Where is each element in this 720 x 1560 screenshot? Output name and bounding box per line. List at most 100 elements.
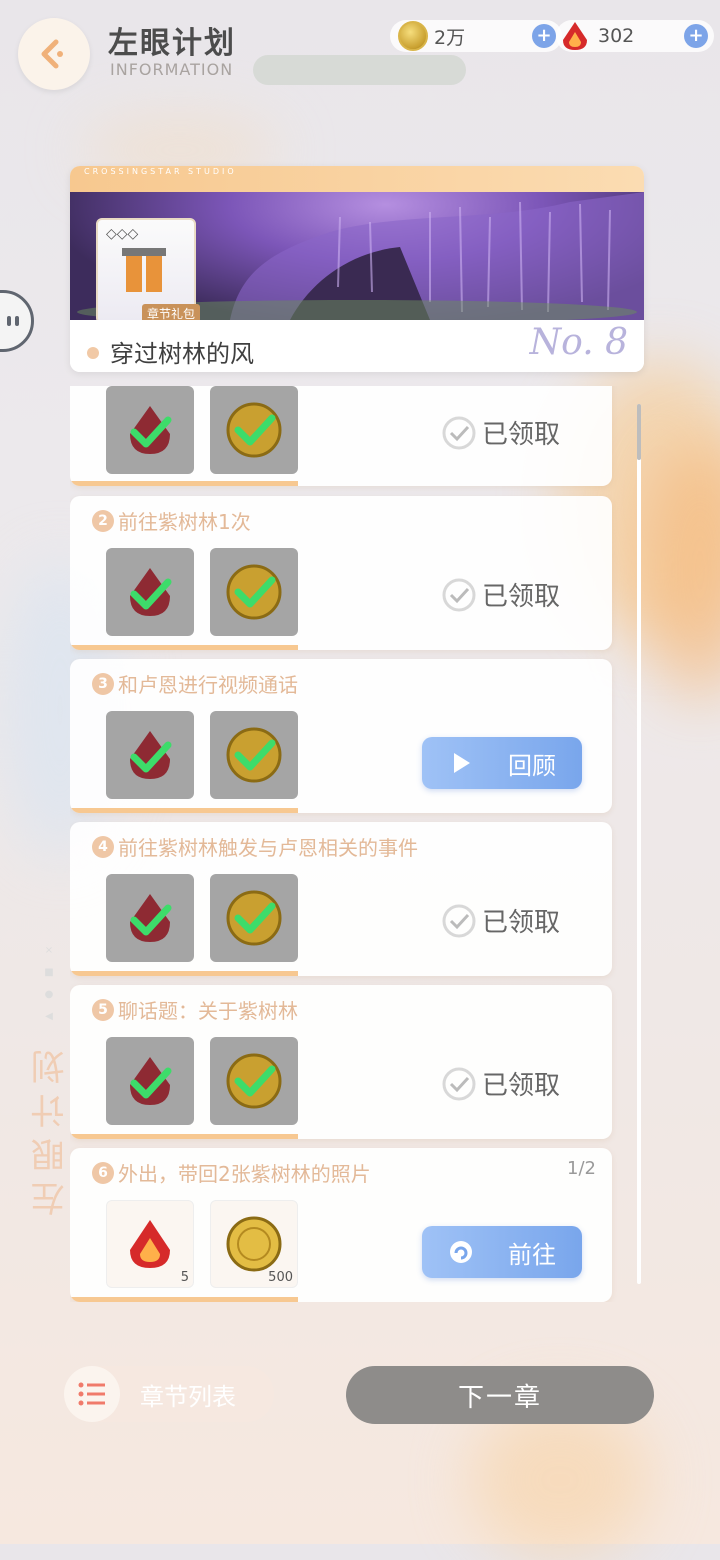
chat-bubble-icon <box>7 316 19 326</box>
reward-coin-claimed <box>210 1037 298 1125</box>
chapter-list-button[interactable]: 章节列表 <box>64 1366 274 1422</box>
chapter-bullet-icon <box>87 347 99 359</box>
task-item: 6 外出，带回2张紫树林的照片 1/2 5 500 前往 <box>70 1148 612 1302</box>
review-button[interactable]: 回顾 <box>422 737 582 789</box>
check-circle-icon <box>442 1067 476 1100</box>
claimed-check-icon <box>226 1053 282 1109</box>
gem-value: 302 <box>598 25 635 47</box>
claimed-check-icon <box>130 731 172 779</box>
review-button-label: 回顾 <box>508 751 556 780</box>
side-vertical-title: 左眼计划 <box>31 1040 71 1216</box>
banner-studio-strip: CROSSINGSTAR STUDIO <box>70 166 644 192</box>
floating-assistant-button[interactable] <box>0 290 34 352</box>
chapter-title: 穿过树林的风 <box>110 340 254 368</box>
task-item: 2 前往紫树林1次 已领取 <box>70 496 612 650</box>
claimed-status-label: 已领取 <box>481 420 560 450</box>
task-label: 前往紫树林触发与卢恩相关的事件 <box>118 836 418 860</box>
task-header: 6 外出，带回2张紫树林的照片 <box>92 1158 371 1187</box>
claimed-status-label: 已领取 <box>481 582 560 612</box>
check-circle-icon <box>442 904 476 937</box>
claimed-check-icon <box>226 890 282 946</box>
list-icon <box>64 1366 120 1422</box>
claimed-status-label: 已领取 <box>481 1071 560 1101</box>
side-decoration-dots: × ■ ● ◀ <box>44 945 54 1022</box>
task-item: 5 聊话题：关于紫树林 已领取 <box>70 985 612 1139</box>
claimed-status: 已领取 <box>442 414 560 451</box>
reward-coin-claimed <box>210 711 298 799</box>
gold-coin-icon <box>398 21 428 51</box>
task-progress-count: 1/2 <box>567 1158 596 1179</box>
task-header: 2 前往紫树林1次 <box>92 506 251 535</box>
task-progress-bar <box>70 971 298 976</box>
back-arrow-icon <box>41 39 63 69</box>
task-label: 聊话题：关于紫树林 <box>118 999 298 1023</box>
red-crystal-icon <box>130 1220 170 1268</box>
task-header: 5 聊话题：关于紫树林 <box>92 995 298 1024</box>
reward-gem-claimed <box>106 386 194 474</box>
claimed-check-icon <box>226 564 282 620</box>
task-number: 6 <box>92 1161 114 1184</box>
chapter-number: No. 8 <box>529 322 628 363</box>
task-item: 已领取 <box>70 386 612 486</box>
coin-value: 2万 <box>434 26 466 49</box>
reward-coin-claimed <box>210 548 298 636</box>
chapter-banner: CROSSINGSTAR STUDIO ◇◇◇ 章节礼包 穿过树林的风 No. … <box>70 166 644 372</box>
check-circle-icon <box>442 578 476 611</box>
page-subtitle: INFORMATION <box>110 60 234 79</box>
reward-coin-claimed <box>210 386 298 474</box>
check-circle-icon <box>442 416 476 449</box>
reward-gem-claimed <box>106 874 194 962</box>
goto-button[interactable]: 前往 <box>422 1226 582 1278</box>
claimed-check-icon <box>130 568 172 616</box>
reward-gem[interactable]: 5 <box>106 1200 194 1288</box>
reward-gem-count: 5 <box>180 1270 189 1285</box>
add-gem-button[interactable]: + <box>684 24 708 48</box>
gold-coin-icon <box>226 1216 282 1272</box>
claimed-check-icon <box>130 894 172 942</box>
claimed-status: 已领取 <box>442 576 560 613</box>
task-item: 4 前往紫树林触发与卢恩相关的事件 已领取 <box>70 822 612 976</box>
reward-gem-claimed <box>106 548 194 636</box>
task-label: 外出，带回2张紫树林的照片 <box>118 1162 371 1186</box>
task-number: 2 <box>92 509 114 532</box>
claimed-status: 已领取 <box>442 1065 560 1102</box>
back-button[interactable] <box>18 18 90 90</box>
claimed-check-icon <box>130 406 172 454</box>
task-number: 3 <box>92 672 114 695</box>
claimed-check-icon <box>130 1057 172 1105</box>
reward-coin-claimed <box>210 874 298 962</box>
claimed-check-icon <box>226 402 282 458</box>
task-header: 3 和卢恩进行视频通话 <box>92 669 298 698</box>
task-progress-bar <box>70 1134 298 1139</box>
task-number: 4 <box>92 835 114 858</box>
red-crystal-icon <box>563 22 587 50</box>
chapter-list-label: 章节列表 <box>140 1382 236 1411</box>
obscured-info-pill <box>253 55 466 85</box>
claimed-status-label: 已领取 <box>481 908 560 938</box>
goto-button-label: 前往 <box>508 1240 556 1269</box>
task-progress-bar <box>70 1297 298 1302</box>
reward-gem-claimed <box>106 711 194 799</box>
reward-gem-claimed <box>106 1037 194 1125</box>
task-header: 4 前往紫树林触发与卢恩相关的事件 <box>92 832 418 861</box>
task-progress-bar <box>70 481 298 486</box>
reward-coin-count: 500 <box>268 1270 293 1285</box>
task-list-scrollbar[interactable] <box>637 404 641 1284</box>
add-coin-button[interactable]: + <box>532 24 556 48</box>
claimed-status: 已领取 <box>442 902 560 939</box>
task-number: 5 <box>92 998 114 1021</box>
play-icon <box>454 753 470 773</box>
next-chapter-button[interactable]: 下一章 <box>346 1366 654 1424</box>
gem-balance: 302 + <box>556 20 714 52</box>
reward-coin[interactable]: 500 <box>210 1200 298 1288</box>
task-list[interactable]: 已领取 2 前往紫树林1次 已领取 3 和卢恩进行视频通话 回顾 4 前往紫树林… <box>70 386 640 1302</box>
task-item: 3 和卢恩进行视频通话 回顾 <box>70 659 612 813</box>
task-list-scroll-thumb[interactable] <box>637 404 641 460</box>
task-label: 和卢恩进行视频通话 <box>118 673 298 697</box>
svg-text:◇◇◇: ◇◇◇ <box>106 226 139 242</box>
coin-balance: 2万 + <box>390 20 562 52</box>
task-progress-bar <box>70 645 298 650</box>
task-label: 前往紫树林1次 <box>118 510 251 534</box>
refresh-arrow-icon <box>450 1241 472 1263</box>
top-bar: 左眼计划 INFORMATION 2万 + 302 + <box>0 0 720 110</box>
